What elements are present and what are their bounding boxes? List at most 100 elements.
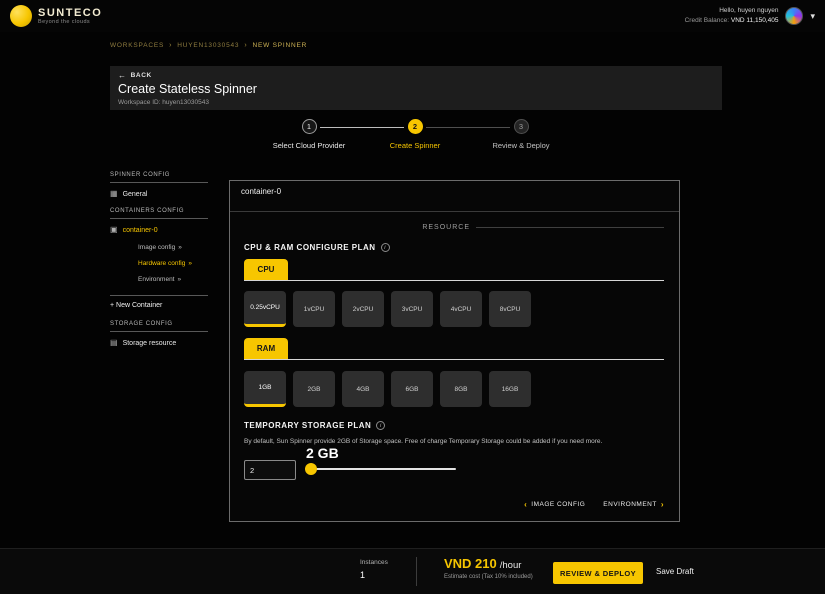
caret-down-icon[interactable]: ▾	[810, 11, 815, 22]
estimate-note: Estimate cost (Tax 10% included)	[444, 574, 533, 580]
temp-storage-description: By default, Sun Spinner provide 2GB of S…	[244, 438, 603, 445]
double-arrow-icon: »	[188, 260, 192, 267]
cpu-ram-title: CPU & RAM CONFIGURE PLAN	[244, 243, 376, 252]
cpu-option-1vcpu[interactable]: 1vCPU	[293, 291, 335, 327]
sidebar-item-container-0[interactable]: ▣ container-0	[110, 226, 208, 234]
sidebar-item-environment[interactable]: Environment »	[138, 276, 208, 283]
step-1-circle[interactable]: 1	[301, 119, 317, 134]
cpu-tab[interactable]: CPU	[244, 259, 288, 280]
container-config-panel: container-0 RESOURCE CPU & RAM CONFIGURE…	[229, 180, 680, 522]
credit-balance-value: VND 11,150,405	[730, 17, 779, 24]
cpu-options: 0.25vCPU 1vCPU 2vCPU 3vCPU 4vCPU 8vCPU	[244, 291, 531, 327]
cpu-option-3vcpu[interactable]: 3vCPU	[391, 291, 433, 327]
sidebar-sub-label: Image config	[138, 244, 176, 251]
info-icon[interactable]: i	[376, 421, 386, 430]
info-icon[interactable]: i	[380, 243, 390, 252]
instances-value: 1	[360, 570, 366, 580]
brand-logo[interactable]: SUNTECO Beyond the clouds	[10, 5, 102, 27]
temp-storage-title: TEMPORARY STORAGE PLAN	[244, 421, 372, 430]
storage-size-input[interactable]	[244, 460, 296, 480]
cpu-ram-heading: CPU & RAM CONFIGURE PLAN i	[244, 243, 390, 252]
save-draft-button[interactable]: Save Draft	[656, 567, 694, 576]
storage-slider-thumb[interactable]	[305, 463, 317, 475]
next-arrow-icon: ›	[660, 500, 664, 509]
ram-tab[interactable]: RAM	[244, 338, 288, 359]
page-header: ← BACK Create Stateless Spinner Workspac…	[110, 66, 722, 110]
sidebar: SPINNER CONFIG ▦ General CONTAINERS CONF…	[110, 172, 208, 357]
divider	[476, 227, 664, 228]
breadcrumb: WORKSPACES › HUYEN13030543 › NEW SPINNER	[110, 42, 307, 49]
step-review-deploy: 3 Review & Deploy	[451, 119, 591, 150]
instances-label: Instances	[360, 559, 388, 566]
step-1-label: Select Cloud Provider	[272, 141, 346, 150]
back-button[interactable]: ← BACK	[118, 71, 714, 80]
review-deploy-button[interactable]: REVIEW & DEPLOY	[553, 562, 643, 584]
sidebar-item-label: container-0	[122, 226, 158, 234]
credit-balance-label: Credit Balance:	[684, 17, 730, 24]
sidebar-item-hardware-config[interactable]: Hardware config »	[138, 260, 208, 267]
storage-slider[interactable]	[305, 463, 456, 475]
sidebar-item-label: Storage resource	[122, 339, 177, 347]
workspace-id: Workspace ID: huyen13030543	[118, 99, 209, 106]
environment-label: ENVIRONMENT	[603, 501, 657, 508]
sidebar-item-storage-resource[interactable]: ▤ Storage resource	[110, 339, 208, 347]
breadcrumb-item-new-spinner: NEW SPINNER	[252, 42, 308, 49]
divider	[230, 211, 679, 212]
ram-option-2gb[interactable]: 2GB	[293, 371, 335, 407]
double-arrow-icon: »	[177, 276, 182, 283]
divider	[416, 557, 417, 586]
double-arrow-icon: »	[178, 244, 182, 251]
footer-bar: Instances 1 VND 210 /hour Estimate cost …	[0, 548, 825, 594]
cpu-option-2vcpu[interactable]: 2vCPU	[342, 291, 384, 327]
breadcrumb-item-workspaces[interactable]: WORKSPACES	[110, 42, 164, 49]
divider	[244, 359, 664, 360]
ram-option-8gb[interactable]: 8GB	[440, 371, 482, 407]
storage-size-value: 2 GB	[306, 445, 339, 461]
ram-option-16gb[interactable]: 16GB	[489, 371, 531, 407]
step-3-circle[interactable]: 3	[513, 119, 529, 134]
page-title: Create Stateless Spinner	[118, 82, 257, 96]
price-value: VND 210	[444, 556, 497, 571]
panel-nav: ‹ IMAGE CONFIG ENVIRONMENT ›	[524, 500, 664, 509]
back-arrow-icon: ←	[118, 71, 127, 80]
sunteco-logo-icon	[10, 5, 32, 27]
sidebar-item-general[interactable]: ▦ General	[110, 190, 208, 198]
brand-name: SUNTECO	[38, 6, 103, 19]
ram-option-6gb[interactable]: 6GB	[391, 371, 433, 407]
image-config-label: IMAGE CONFIG	[531, 501, 586, 508]
price-block: VND 210 /hour Estimate cost (Tax 10% inc…	[444, 556, 533, 580]
temp-storage-heading: TEMPORARY STORAGE PLAN i	[244, 421, 386, 430]
sidebar-item-label: General	[122, 190, 148, 198]
ram-options: 1GB 2GB 4GB 6GB 8GB 16GB	[244, 371, 531, 407]
sidebar-section-storage-config: STORAGE CONFIG	[110, 321, 208, 332]
divider	[244, 280, 664, 281]
sunteco-console: SUNTECO Beyond the clouds Hello, huyen n…	[0, 0, 825, 594]
ram-option-1gb[interactable]: 1GB	[244, 371, 286, 407]
avatar[interactable]	[785, 7, 804, 25]
container-panel-title: container-0	[241, 187, 282, 196]
greeting-text: Hello, huyen nguyen	[719, 7, 779, 15]
resource-label: RESOURCE	[422, 224, 470, 231]
sidebar-item-image-config[interactable]: Image config »	[138, 244, 208, 251]
sidebar-section-containers-config: CONTAINERS CONFIG	[110, 208, 208, 219]
resource-section-label: RESOURCE	[230, 224, 664, 231]
step-2-circle[interactable]: 2	[407, 119, 423, 134]
step-3-label: Review & Deploy	[492, 141, 550, 150]
cpu-option-4vcpu[interactable]: 4vCPU	[440, 291, 482, 327]
sidebar-sub-label: Hardware config	[138, 260, 186, 267]
user-area: Hello, huyen nguyen Credit Balance: VND …	[685, 6, 815, 26]
image-config-link[interactable]: ‹ IMAGE CONFIG	[524, 500, 585, 509]
breadcrumb-item-workspace[interactable]: HUYEN13030543	[177, 42, 239, 49]
cpu-option-0-25vcpu[interactable]: 0.25vCPU	[244, 291, 286, 327]
prev-arrow-icon: ‹	[524, 500, 528, 509]
cpu-option-8vcpu[interactable]: 8vCPU	[489, 291, 531, 327]
sidebar-section-spinner-config: SPINNER CONFIG	[110, 172, 208, 183]
new-container-button[interactable]: + New Container	[110, 295, 208, 309]
chevron-right-icon: ›	[244, 42, 248, 49]
stepper: 1 Select Cloud Provider 2 Create Spinner…	[0, 119, 825, 161]
general-icon: ▦	[110, 189, 118, 198]
chevron-right-icon: ›	[169, 42, 173, 49]
ram-option-4gb[interactable]: 4GB	[342, 371, 384, 407]
top-header: SUNTECO Beyond the clouds Hello, huyen n…	[0, 0, 825, 32]
environment-link[interactable]: ENVIRONMENT ›	[603, 500, 664, 509]
